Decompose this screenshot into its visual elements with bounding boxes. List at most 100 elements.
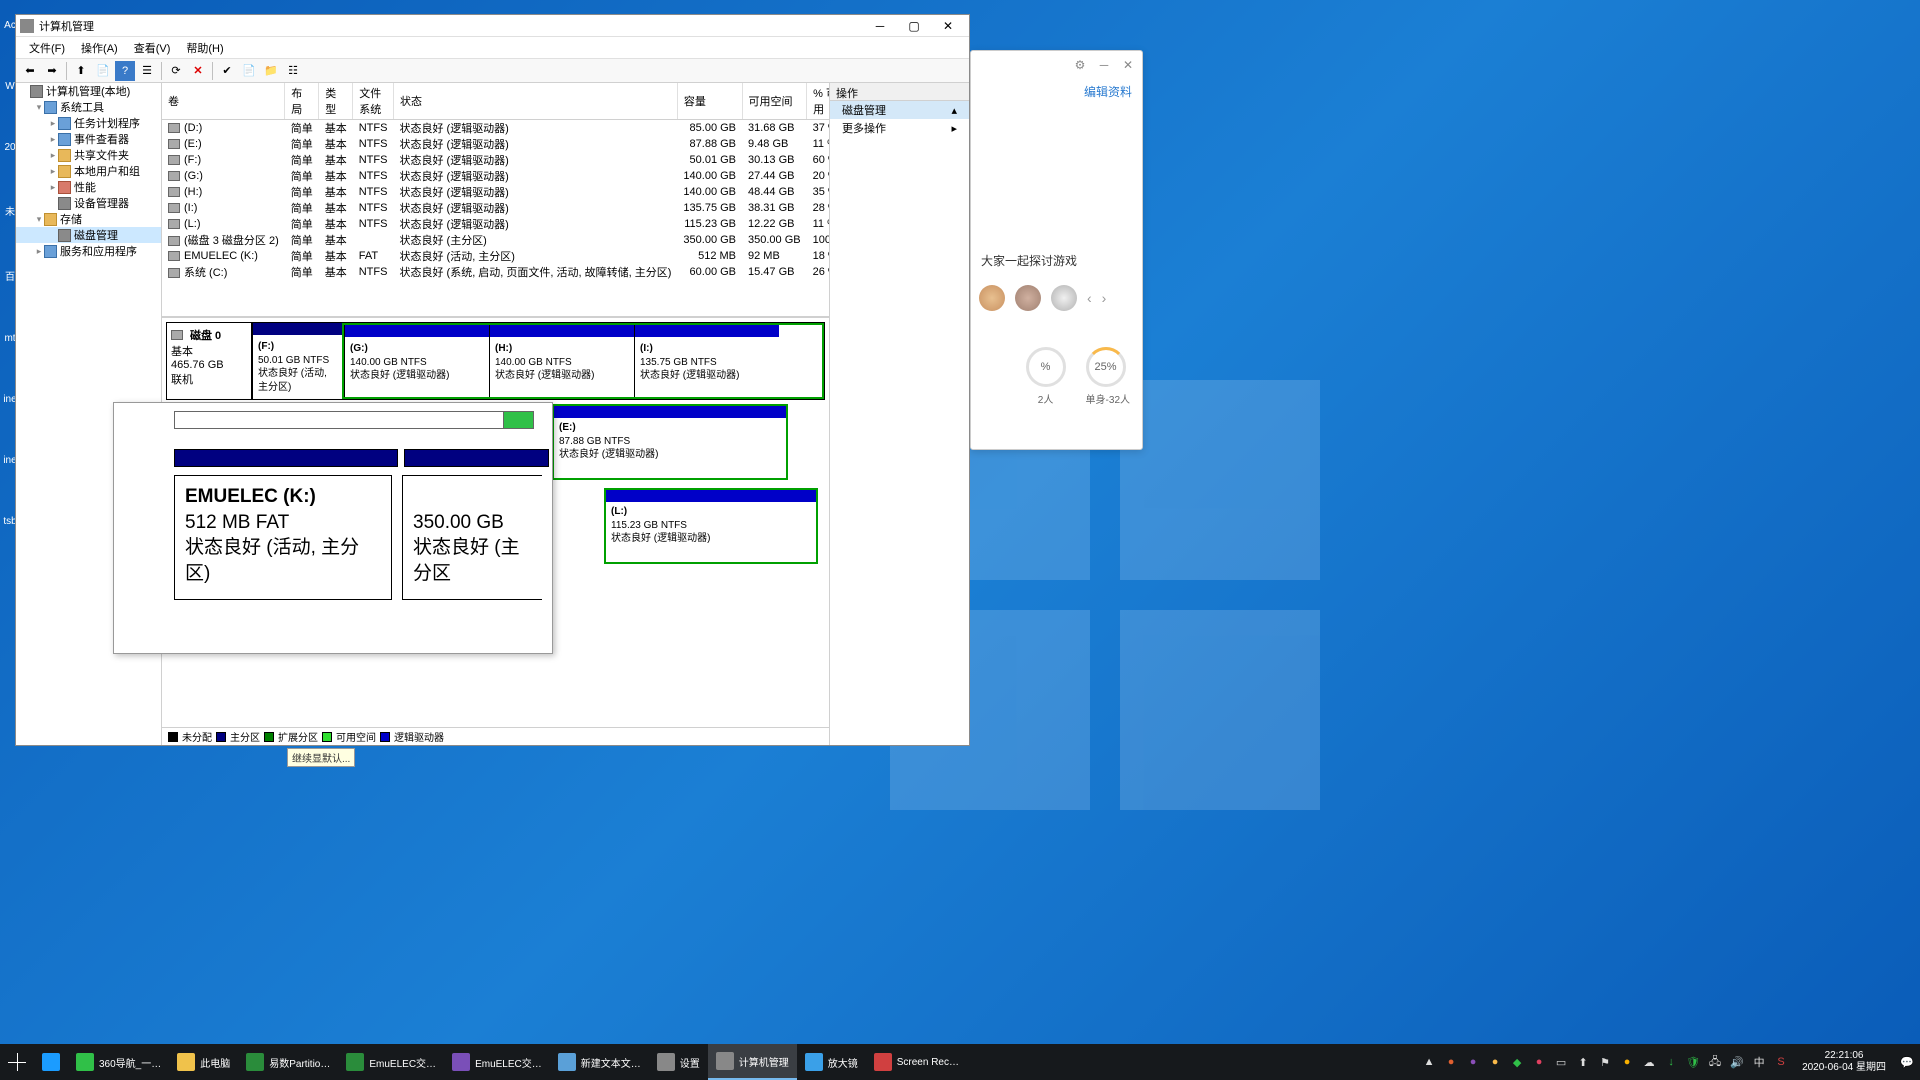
volume-icon[interactable]: 🔊 xyxy=(1730,1055,1744,1069)
tray-icon[interactable]: ▲ xyxy=(1422,1055,1436,1069)
tree-node[interactable]: 计算机管理(本地) xyxy=(16,83,161,99)
list-button[interactable]: ☰ xyxy=(137,61,157,81)
column-header[interactable]: % 可用 xyxy=(807,83,829,120)
ime-icon[interactable]: 中 xyxy=(1752,1055,1766,1069)
tray-icon[interactable]: ⬆ xyxy=(1576,1055,1590,1069)
taskbar-app[interactable]: 设置 xyxy=(649,1044,708,1080)
taskbar-app[interactable]: 新建文本文… xyxy=(550,1044,649,1080)
tree-node[interactable]: 磁盘管理 xyxy=(16,227,161,243)
volume-row[interactable]: EMUELEC (K:)简单基本FAT状态良好 (活动, 主分区)512 MB9… xyxy=(162,248,829,264)
taskbar-app[interactable]: 放大镜 xyxy=(797,1044,866,1080)
help-button[interactable]: ? xyxy=(115,61,135,81)
tray-icon[interactable]: ☁ xyxy=(1642,1055,1656,1069)
menu-action[interactable]: 操作(A) xyxy=(73,38,126,58)
tree-node[interactable]: ▸任务计划程序 xyxy=(16,115,161,131)
tree-node[interactable]: ▸共享文件夹 xyxy=(16,147,161,163)
taskbar-app[interactable]: 360导航_一… xyxy=(68,1044,169,1080)
column-header[interactable]: 可用空间 xyxy=(742,83,807,120)
tree-node[interactable]: ▸事件查看器 xyxy=(16,131,161,147)
taskbar-app[interactable]: 计算机管理 xyxy=(708,1044,797,1080)
partition-block[interactable]: (G:)140.00 GB NTFS状态良好 (逻辑驱动器) xyxy=(344,325,489,397)
column-header[interactable]: 文件系统 xyxy=(353,83,394,120)
volume-row[interactable]: (磁盘 3 磁盘分区 2)简单基本状态良好 (主分区)350.00 GB350.… xyxy=(162,232,829,248)
tray-icon[interactable]: ● xyxy=(1532,1055,1546,1069)
volume-row[interactable]: (E:)简单基本NTFS状态良好 (逻辑驱动器)87.88 GB9.48 GB1… xyxy=(162,136,829,152)
forward-button[interactable]: ➡ xyxy=(42,61,62,81)
gear-icon[interactable]: ⚙ xyxy=(1072,57,1088,73)
menu-view[interactable]: 查看(V) xyxy=(126,38,179,58)
close-icon[interactable]: ✕ xyxy=(1120,57,1136,73)
avatar[interactable] xyxy=(1015,285,1041,311)
minimize-button[interactable]: ─ xyxy=(863,16,897,36)
folder-button[interactable]: 📁 xyxy=(261,61,281,81)
tray-icon[interactable]: S xyxy=(1774,1055,1788,1069)
partition-e-block[interactable]: (E:) 87.88 GB NTFS 状态良好 (逻辑驱动器) xyxy=(552,404,788,480)
taskbar-app[interactable]: 易数Partitio… xyxy=(238,1044,338,1080)
tray-icon[interactable]: ● xyxy=(1488,1055,1502,1069)
avatar[interactable] xyxy=(979,285,1005,311)
menu-file[interactable]: 文件(F) xyxy=(21,38,73,58)
volume-row[interactable]: (F:)简单基本NTFS状态良好 (逻辑驱动器)50.01 GB30.13 GB… xyxy=(162,152,829,168)
close-button[interactable]: ✕ xyxy=(931,16,965,36)
view-button[interactable]: ☷ xyxy=(283,61,303,81)
tree-node[interactable]: 设备管理器 xyxy=(16,195,161,211)
maximize-button[interactable]: ▢ xyxy=(897,16,931,36)
avatar-prev-icon[interactable]: ‹ xyxy=(1087,290,1092,306)
back-button[interactable]: ⬅ xyxy=(20,61,40,81)
taskbar-app[interactable]: Screen Rec… xyxy=(866,1044,967,1080)
volumes-list[interactable]: 卷布局类型文件系统状态容量可用空间% 可用(D:)简单基本NTFS状态良好 (逻… xyxy=(162,83,829,318)
edit-profile-link[interactable]: 编辑资料 xyxy=(971,79,1142,104)
tray-icon[interactable]: ● xyxy=(1444,1055,1458,1069)
volume-row[interactable]: (L:)简单基本NTFS状态良好 (逻辑驱动器)115.23 GB12.22 G… xyxy=(162,216,829,232)
zoom-partition-2[interactable]: 350.00 GB 状态良好 (主分区 xyxy=(402,475,542,600)
taskbar-app[interactable]: EmuELEC交… xyxy=(338,1044,444,1080)
volume-row[interactable]: (I:)简单基本NTFS状态良好 (逻辑驱动器)135.75 GB38.31 G… xyxy=(162,200,829,216)
taskbar-app[interactable]: 此电脑 xyxy=(169,1044,238,1080)
taskbar-app[interactable] xyxy=(34,1044,68,1080)
tray-icon[interactable]: ↓ xyxy=(1664,1055,1678,1069)
volume-row[interactable]: (H:)简单基本NTFS状态良好 (逻辑驱动器)140.00 GB48.44 G… xyxy=(162,184,829,200)
actions-item-disk-management[interactable]: 磁盘管理▴ xyxy=(830,101,969,119)
tree-node[interactable]: ▾系统工具 xyxy=(16,99,161,115)
tray-icon[interactable]: ● xyxy=(1620,1055,1634,1069)
new-button[interactable]: 📄 xyxy=(239,61,259,81)
up-button[interactable]: ⬆ xyxy=(71,61,91,81)
zoom-partition-k[interactable]: EMUELEC (K:) 512 MB FAT 状态良好 (活动, 主分区) xyxy=(174,475,392,600)
shield-icon[interactable]: 🛡 xyxy=(1686,1055,1700,1069)
volume-row[interactable]: (G:)简单基本NTFS状态良好 (逻辑驱动器)140.00 GB27.44 G… xyxy=(162,168,829,184)
start-button[interactable] xyxy=(0,1044,34,1080)
tray-icon[interactable]: ◆ xyxy=(1510,1055,1524,1069)
avatar-next-icon[interactable]: › xyxy=(1102,290,1107,306)
actions-item-more[interactable]: 更多操作▸ xyxy=(830,119,969,137)
tray-icon[interactable]: ▭ xyxy=(1554,1055,1568,1069)
network-icon[interactable]: 🖧 xyxy=(1708,1055,1722,1069)
properties-button[interactable]: 📄 xyxy=(93,61,113,81)
taskbar-app[interactable]: EmuELEC交… xyxy=(444,1044,550,1080)
avatar[interactable] xyxy=(1051,285,1077,311)
titlebar[interactable]: 计算机管理 ─ ▢ ✕ xyxy=(16,15,969,37)
refresh-button[interactable]: ⟳ xyxy=(166,61,186,81)
column-header[interactable]: 类型 xyxy=(319,83,353,120)
column-header[interactable]: 布局 xyxy=(285,83,319,120)
disk-label[interactable]: 磁盘 0 基本 465.76 GB 联机 xyxy=(166,322,252,400)
volume-row[interactable]: (D:)简单基本NTFS状态良好 (逻辑驱动器)85.00 GB31.68 GB… xyxy=(162,120,829,137)
column-header[interactable]: 卷 xyxy=(162,83,285,120)
minimize-icon[interactable]: ─ xyxy=(1096,57,1112,73)
tree-node[interactable]: ▸性能 xyxy=(16,179,161,195)
partition-block[interactable]: (H:)140.00 GB NTFS状态良好 (逻辑驱动器) xyxy=(489,325,634,397)
check-button[interactable]: ✔ xyxy=(217,61,237,81)
tree-node[interactable]: ▾存储 xyxy=(16,211,161,227)
partition-block[interactable]: (I:)135.75 GB NTFS状态良好 (逻辑驱动器) xyxy=(634,325,779,397)
tray-icon[interactable]: ⚑ xyxy=(1598,1055,1612,1069)
tree-node[interactable]: ▸本地用户和组 xyxy=(16,163,161,179)
menu-help[interactable]: 帮助(H) xyxy=(178,38,231,58)
partition-l-block[interactable]: (L:) 115.23 GB NTFS 状态良好 (逻辑驱动器) xyxy=(604,488,818,564)
column-header[interactable]: 容量 xyxy=(677,83,742,120)
taskbar-clock[interactable]: 22:21:06 2020-06-04 星期四 xyxy=(1796,1050,1892,1074)
column-header[interactable]: 状态 xyxy=(393,83,677,120)
tray-icon[interactable]: ● xyxy=(1466,1055,1480,1069)
partition-block[interactable]: (F:)50.01 GB NTFS状态良好 (活动, 主分区) xyxy=(252,323,342,399)
volume-row[interactable]: 系统 (C:)简单基本NTFS状态良好 (系统, 启动, 页面文件, 活动, 故… xyxy=(162,264,829,280)
delete-button[interactable]: ✕ xyxy=(188,61,208,81)
notifications-icon[interactable]: 💬 xyxy=(1900,1055,1914,1069)
